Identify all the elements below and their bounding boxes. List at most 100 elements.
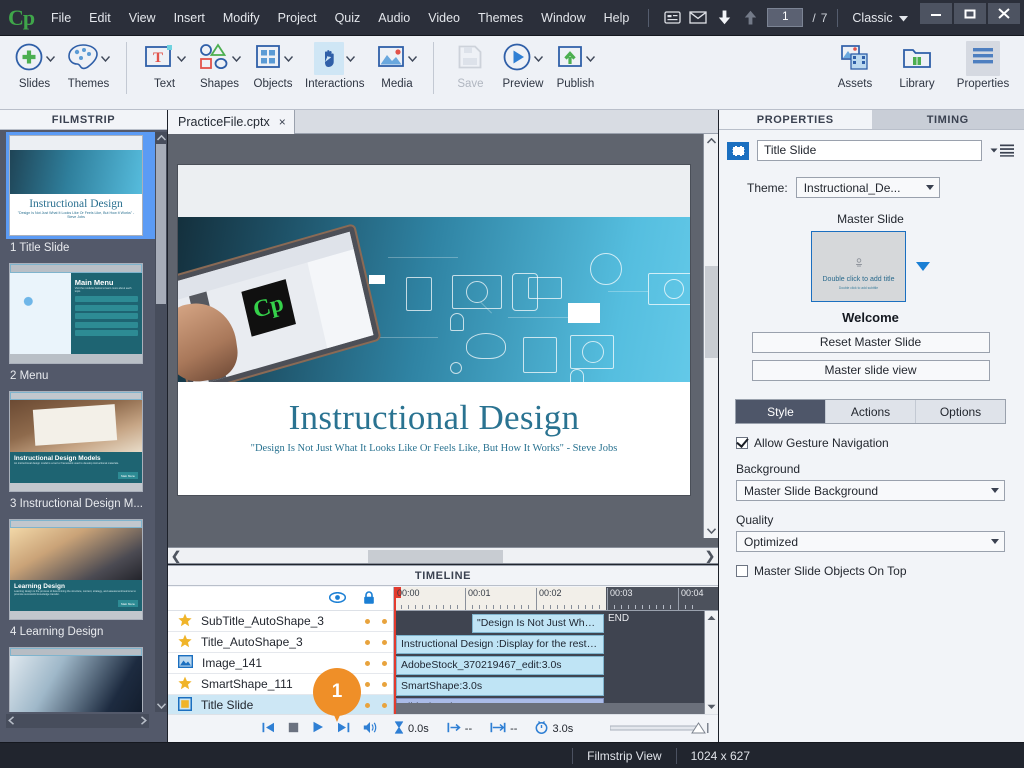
text-chevron-down-icon[interactable] [176,51,187,65]
lock-dot-icon[interactable] [382,660,387,666]
toolbar-objects-button[interactable]: Objects [247,36,299,106]
skip-end-icon[interactable] [337,722,350,736]
stage-scroll-right-icon[interactable]: ❯ [705,549,715,563]
toolbar-save-button[interactable]: Save [444,36,496,106]
visibility-dot-icon[interactable] [365,702,370,708]
toolbar-text-button[interactable]: T Text [137,36,192,106]
slides-chevron-down-icon[interactable] [45,51,56,65]
timeline-visibility-toggle[interactable] [359,660,376,666]
timeline-bar-smartshape[interactable]: SmartShape:3.0s [396,677,604,696]
toolbar-publish-button[interactable]: Publish [549,36,601,106]
canvas-slide-title[interactable]: Instructional Design [178,382,690,437]
stage-horizontal-scrollbar[interactable]: ❮ ❯ [168,547,718,564]
themes-chevron-down-icon[interactable] [100,51,111,65]
menu-help[interactable]: Help [595,0,639,36]
subtab-options[interactable]: Options [915,400,1005,423]
timeline-lock-toggle[interactable] [376,660,393,666]
timeline-visibility-toggle[interactable] [359,681,376,687]
slide-name-input[interactable]: Title Slide [757,140,982,161]
timeline-scroll-down-icon[interactable] [705,700,718,714]
filmstrip-scroll-right-icon[interactable] [140,714,147,728]
subtitles-icon[interactable] [659,0,685,36]
menu-audio[interactable]: Audio [369,0,419,36]
filmstrip-slide-2[interactable]: Main Menu Visit the modules below to lea… [6,260,161,382]
visibility-dot-icon[interactable] [365,660,370,666]
stage-scroll-up-icon[interactable] [704,134,718,148]
skip-start-icon[interactable] [262,722,275,736]
filmstrip-slide-1[interactable]: Instructional Design "Design Is Not Just… [6,132,161,254]
canvas-hero-image[interactable]: Cp [178,217,690,382]
timeline-readout-total[interactable]: 3.0s [535,720,573,737]
chevron-down-icon[interactable] [991,488,999,493]
publish-chevron-down-icon[interactable] [585,51,595,65]
close-icon[interactable] [988,3,1020,24]
timeline-row[interactable]: SubTitle_AutoShape_3 [168,611,393,632]
menu-insert[interactable]: Insert [165,0,214,36]
chevron-down-icon[interactable] [991,539,999,544]
minimize-icon[interactable] [920,3,952,24]
tab-properties[interactable]: PROPERTIES [719,110,872,129]
master-slide-dropdown-icon[interactable] [916,262,930,271]
timeline-lock-toggle[interactable] [376,639,393,645]
toolbar-media-button[interactable]: Media [370,36,423,106]
stage-scroll-down-icon[interactable] [704,524,718,538]
filmstrip-slide-4[interactable]: Learning Design Learning design is the p… [6,516,161,638]
timeline-playhead[interactable] [394,587,396,714]
timeline-readout-duration[interactable]: -- [490,722,517,736]
timeline-vertical-scrollbar[interactable] [704,611,718,714]
menu-quiz[interactable]: Quiz [326,0,370,36]
timeline-ruler[interactable]: 00:00 00:01 00:02 00:03 00:04 [394,587,718,611]
timeline-bar-image[interactable]: AdobeStock_370219467_edit:3.0s [396,656,604,675]
timeline-lock-toggle[interactable] [376,702,393,708]
lock-dot-icon[interactable] [382,702,387,708]
timeline-lock-toggle[interactable] [376,681,393,687]
menu-modify[interactable]: Modify [214,0,269,36]
menu-file[interactable]: File [42,0,80,36]
filmstrip-slide-3-selection[interactable]: Instructional Design Models An instructi… [6,388,161,495]
stage-vertical-scrollbar[interactable] [703,134,718,538]
filmstrip-slide-1-thumbnail[interactable]: Instructional Design "Design Is Not Just… [9,135,143,236]
filmstrip-slide-2-thumbnail[interactable]: Main Menu Visit the modules below to lea… [9,263,143,364]
timeline-readout-playhead[interactable]: 0.0s [394,720,429,737]
canvas-slide-subtitle[interactable]: "Design Is Not Just What It Looks Like O… [178,443,690,454]
lock-dot-icon[interactable] [382,681,387,687]
filmstrip-scroll-up-icon[interactable] [155,132,167,144]
close-icon[interactable]: × [279,115,286,129]
stop-icon[interactable] [288,722,299,736]
toolbar-themes-button[interactable]: Themes [61,36,116,106]
slide-number-input[interactable]: 1 [767,8,804,27]
quality-select[interactable]: Optimized [736,531,1005,552]
filmstrip-slide-3[interactable]: Instructional Design Models An instructi… [6,388,161,510]
master-slide-objects-on-top-checkbox[interactable] [736,565,748,577]
filmstrip-slide-list[interactable]: Instructional Design "Design Is Not Just… [6,132,161,712]
visibility-dot-icon[interactable] [365,639,370,645]
visibility-dot-icon[interactable] [365,618,370,624]
filmstrip-horizontal-scrollbar[interactable] [6,714,149,728]
chevron-down-icon[interactable] [925,185,934,190]
media-chevron-down-icon[interactable] [408,51,418,65]
filmstrip-slide-5[interactable] [6,644,161,712]
menu-project[interactable]: Project [269,0,326,36]
lock-dot-icon[interactable] [382,618,387,624]
timeline-readout-start[interactable]: -- [447,722,472,736]
menu-window[interactable]: Window [532,0,594,36]
play-icon[interactable] [312,721,324,736]
workspace-chevron-down-icon[interactable] [898,11,908,25]
interactions-chevron-down-icon[interactable] [346,51,356,65]
timeline-visibility-toggle[interactable] [359,702,376,708]
timeline-row[interactable]: Title_AutoShape_3 [168,632,393,653]
filmstrip-slide-5-selection[interactable] [6,644,161,712]
menu-view[interactable]: View [120,0,165,36]
filmstrip-slide-4-selection[interactable]: Learning Design Learning design is the p… [6,516,161,623]
master-slide-objects-on-top-row[interactable]: Master Slide Objects On Top [736,564,1014,578]
volume-icon[interactable] [363,721,378,737]
lock-icon[interactable] [363,590,375,607]
background-select[interactable]: Master Slide Background [736,480,1005,501]
master-slide-thumbnail[interactable]: Double click to add title Double click t… [811,231,906,302]
allow-gesture-navigation-row[interactable]: Allow Gesture Navigation [736,436,1014,450]
timeline-lock-toggle[interactable] [376,618,393,624]
timeline-scroll-up-icon[interactable] [705,611,718,625]
toolbar-preview-button[interactable]: Preview [496,36,549,106]
preview-chevron-down-icon[interactable] [534,51,544,65]
mail-icon[interactable] [685,0,711,36]
